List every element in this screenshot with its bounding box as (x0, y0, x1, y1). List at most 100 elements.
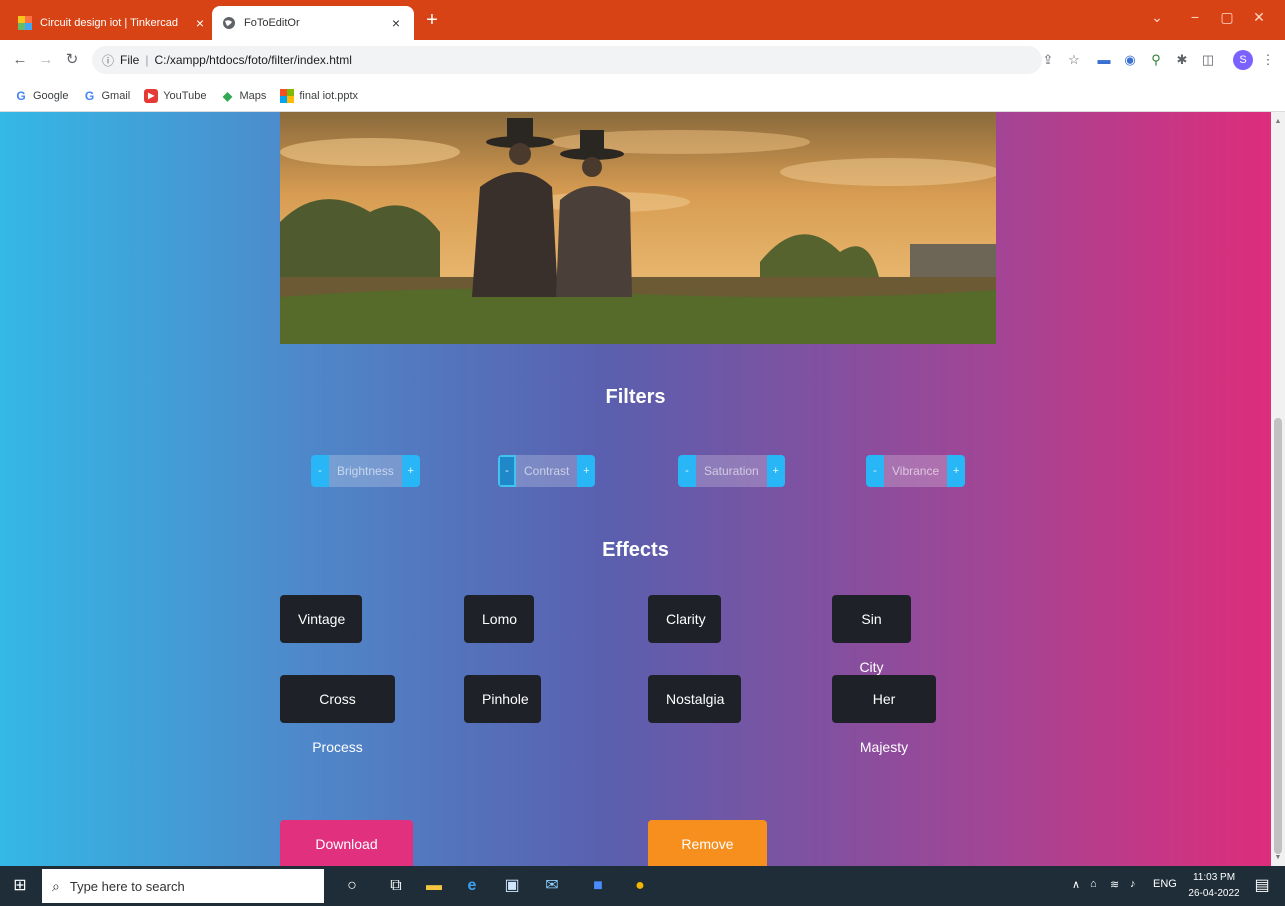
clock-date: 26-04-2022 (1188, 888, 1240, 899)
bookmark-youtube[interactable]: ▶ YouTube (144, 88, 207, 103)
google-icon: G (84, 88, 95, 103)
notifications-icon[interactable]: ▤ (1250, 874, 1274, 898)
bookmark-label: Gmail (101, 89, 131, 102)
tab-title: Circuit design iot | Tinkercad (40, 17, 178, 29)
pptx-icon (280, 88, 295, 103)
globe-icon (223, 17, 235, 29)
new-tab-button[interactable]: + (420, 9, 444, 33)
brightness-increase-button[interactable]: + (401, 455, 420, 487)
contrast-label: Contrast (516, 455, 578, 487)
chrome-icon[interactable]: ● (628, 874, 652, 898)
saturation-label: Saturation (696, 455, 767, 487)
extensions-puzzle-icon[interactable]: ✱ (1172, 50, 1192, 70)
scroll-up-arrow-icon[interactable]: ▲ (1274, 118, 1282, 128)
mail-icon[interactable]: ✉ (540, 874, 564, 898)
close-window-button[interactable]: ✕ (1244, 6, 1274, 28)
bookmark-label: Google (33, 89, 69, 102)
filter-brightness: - Brightness + (311, 455, 420, 487)
extension-pin-icon[interactable]: ⚲ (1146, 50, 1166, 70)
tab-tinkercad[interactable]: Circuit design iot | Tinkercad × (8, 6, 218, 40)
menu-dots-icon[interactable]: ⋮ (1258, 50, 1278, 70)
bookmark-label: YouTube (163, 89, 207, 102)
download-image-button[interactable]: Download Image (280, 820, 413, 866)
info-icon[interactable]: ⓘ (102, 52, 114, 69)
bookmark-label: final iot.pptx (299, 89, 359, 102)
vibrance-label: Vibrance (884, 455, 948, 487)
contrast-increase-button[interactable]: + (577, 455, 596, 487)
profile-avatar[interactable]: S (1233, 50, 1253, 70)
bookmark-google[interactable]: G Google (14, 89, 68, 103)
youtube-icon: ▶ (144, 88, 159, 103)
saturation-increase-button[interactable]: + (766, 455, 785, 487)
browser-toolbar: ← → ↻ ⓘ File | C:/xampp/htdocs/foto/filt… (0, 40, 1285, 80)
edge-icon[interactable]: e (460, 874, 484, 898)
effect-pinhole-button[interactable]: Pinhole (464, 675, 541, 723)
tab-search-icon[interactable]: ⌄ (1142, 6, 1172, 28)
bookmark-maps[interactable]: ◆ Maps (220, 88, 267, 103)
reload-icon[interactable]: ↻ (62, 50, 82, 70)
effect-lomo-button[interactable]: Lomo (464, 595, 534, 643)
brightness-label: Brightness (329, 455, 402, 487)
extension-blue-icon[interactable]: ▬ (1094, 50, 1114, 70)
tab-fotoeditor[interactable]: FoToEditOr × (212, 6, 414, 40)
back-arrow-icon[interactable]: ← (10, 50, 30, 70)
effect-clarity-button[interactable]: Clarity (648, 595, 721, 643)
taskbar-search-placeholder: Type here to search (69, 878, 185, 894)
wifi-icon[interactable]: ≋ (1110, 878, 1119, 891)
filter-saturation: - Saturation + (678, 455, 785, 487)
saturation-decrease-button[interactable]: - (678, 455, 696, 487)
side-panel-icon[interactable]: ◫ (1198, 50, 1218, 70)
effect-vintage-button[interactable]: Vintage (280, 595, 362, 643)
address-separator: | (145, 53, 149, 67)
bookmark-gmail[interactable]: G Gmail (82, 89, 130, 103)
effect-sin-city-button[interactable]: Sin City (832, 595, 911, 675)
search-icon: ⌕ (52, 877, 60, 894)
brightness-decrease-button[interactable]: - (311, 455, 329, 487)
contrast-decrease-button[interactable]: - (498, 455, 516, 487)
address-url: C:/xampp/htdocs/foto/filter/index.html (154, 53, 352, 67)
address-bar[interactable]: ⓘ File | C:/xampp/htdocs/foto/filter/ind… (92, 46, 1042, 74)
taskbar-clock[interactable]: 11:03 PM 26-04-2022 (1184, 870, 1244, 902)
effect-cross-process-button[interactable]: Cross Process (280, 675, 395, 755)
vibrance-increase-button[interactable]: + (947, 455, 966, 487)
vibrance-decrease-button[interactable]: - (866, 455, 884, 487)
file-explorer-icon[interactable]: ▬ (422, 874, 446, 898)
clock-time: 11:03 PM (1192, 872, 1236, 883)
cortana-icon[interactable]: ○ (340, 874, 364, 898)
effect-nostalgia-button[interactable]: Nostalgia (648, 675, 741, 723)
task-view-icon[interactable]: ⧉ (384, 874, 408, 898)
minimize-button[interactable]: − (1180, 6, 1210, 28)
tray-device-icon[interactable]: ⌂ (1090, 878, 1097, 890)
volume-icon[interactable]: ♪ (1130, 878, 1136, 890)
taskbar-search-input[interactable]: ⌕ Type here to search (42, 869, 324, 903)
filters-heading: Filters (605, 386, 666, 408)
bookmark-final-iot[interactable]: final iot.pptx (280, 88, 359, 103)
tab-strip: Circuit design iot | Tinkercad × FoToEdi… (0, 0, 1285, 40)
extension-circle-icon[interactable]: ◉ (1120, 50, 1140, 70)
bookmark-star-icon[interactable]: ☆ (1064, 50, 1084, 70)
tab-close-icon[interactable]: × (192, 15, 208, 31)
address-scheme-label: File (120, 53, 140, 67)
tab-close-icon[interactable]: × (388, 15, 404, 31)
filter-contrast: - Contrast + (498, 455, 596, 487)
share-icon[interactable]: ⇪ (1038, 50, 1058, 70)
tray-chevron-icon[interactable]: ∧ (1072, 878, 1080, 891)
windows-start-icon[interactable]: ⊞ (10, 876, 30, 896)
maximize-button[interactable]: ▢ (1212, 6, 1242, 28)
maps-icon: ◆ (222, 88, 233, 103)
forward-arrow-icon[interactable]: → (36, 50, 56, 70)
effect-her-majesty-button[interactable]: Her Majesty (832, 675, 936, 755)
language-indicator[interactable]: ENG (1153, 878, 1177, 890)
remove-filters-button[interactable]: Remove Filters (648, 820, 767, 866)
page-scrollbar[interactable]: ▲ ▼ (1271, 112, 1285, 866)
scrollbar-thumb[interactable] (1274, 418, 1282, 854)
effects-heading: Effects (602, 539, 669, 561)
zoom-icon[interactable]: ■ (586, 874, 610, 898)
scroll-down-arrow-icon[interactable]: ▼ (1274, 854, 1282, 864)
store-icon[interactable]: ▣ (500, 874, 524, 898)
tab-title: FoToEditOr (244, 17, 300, 29)
page-content: Filters - Brightness + - Contrast + - Sa… (0, 112, 1271, 866)
edited-photo (280, 112, 996, 344)
bookmark-label: Maps (239, 89, 267, 102)
windows-taskbar: ⊞ ⌕ Type here to search ○ ⧉ ▬ e ▣ ✉ ■ ● … (0, 866, 1285, 906)
